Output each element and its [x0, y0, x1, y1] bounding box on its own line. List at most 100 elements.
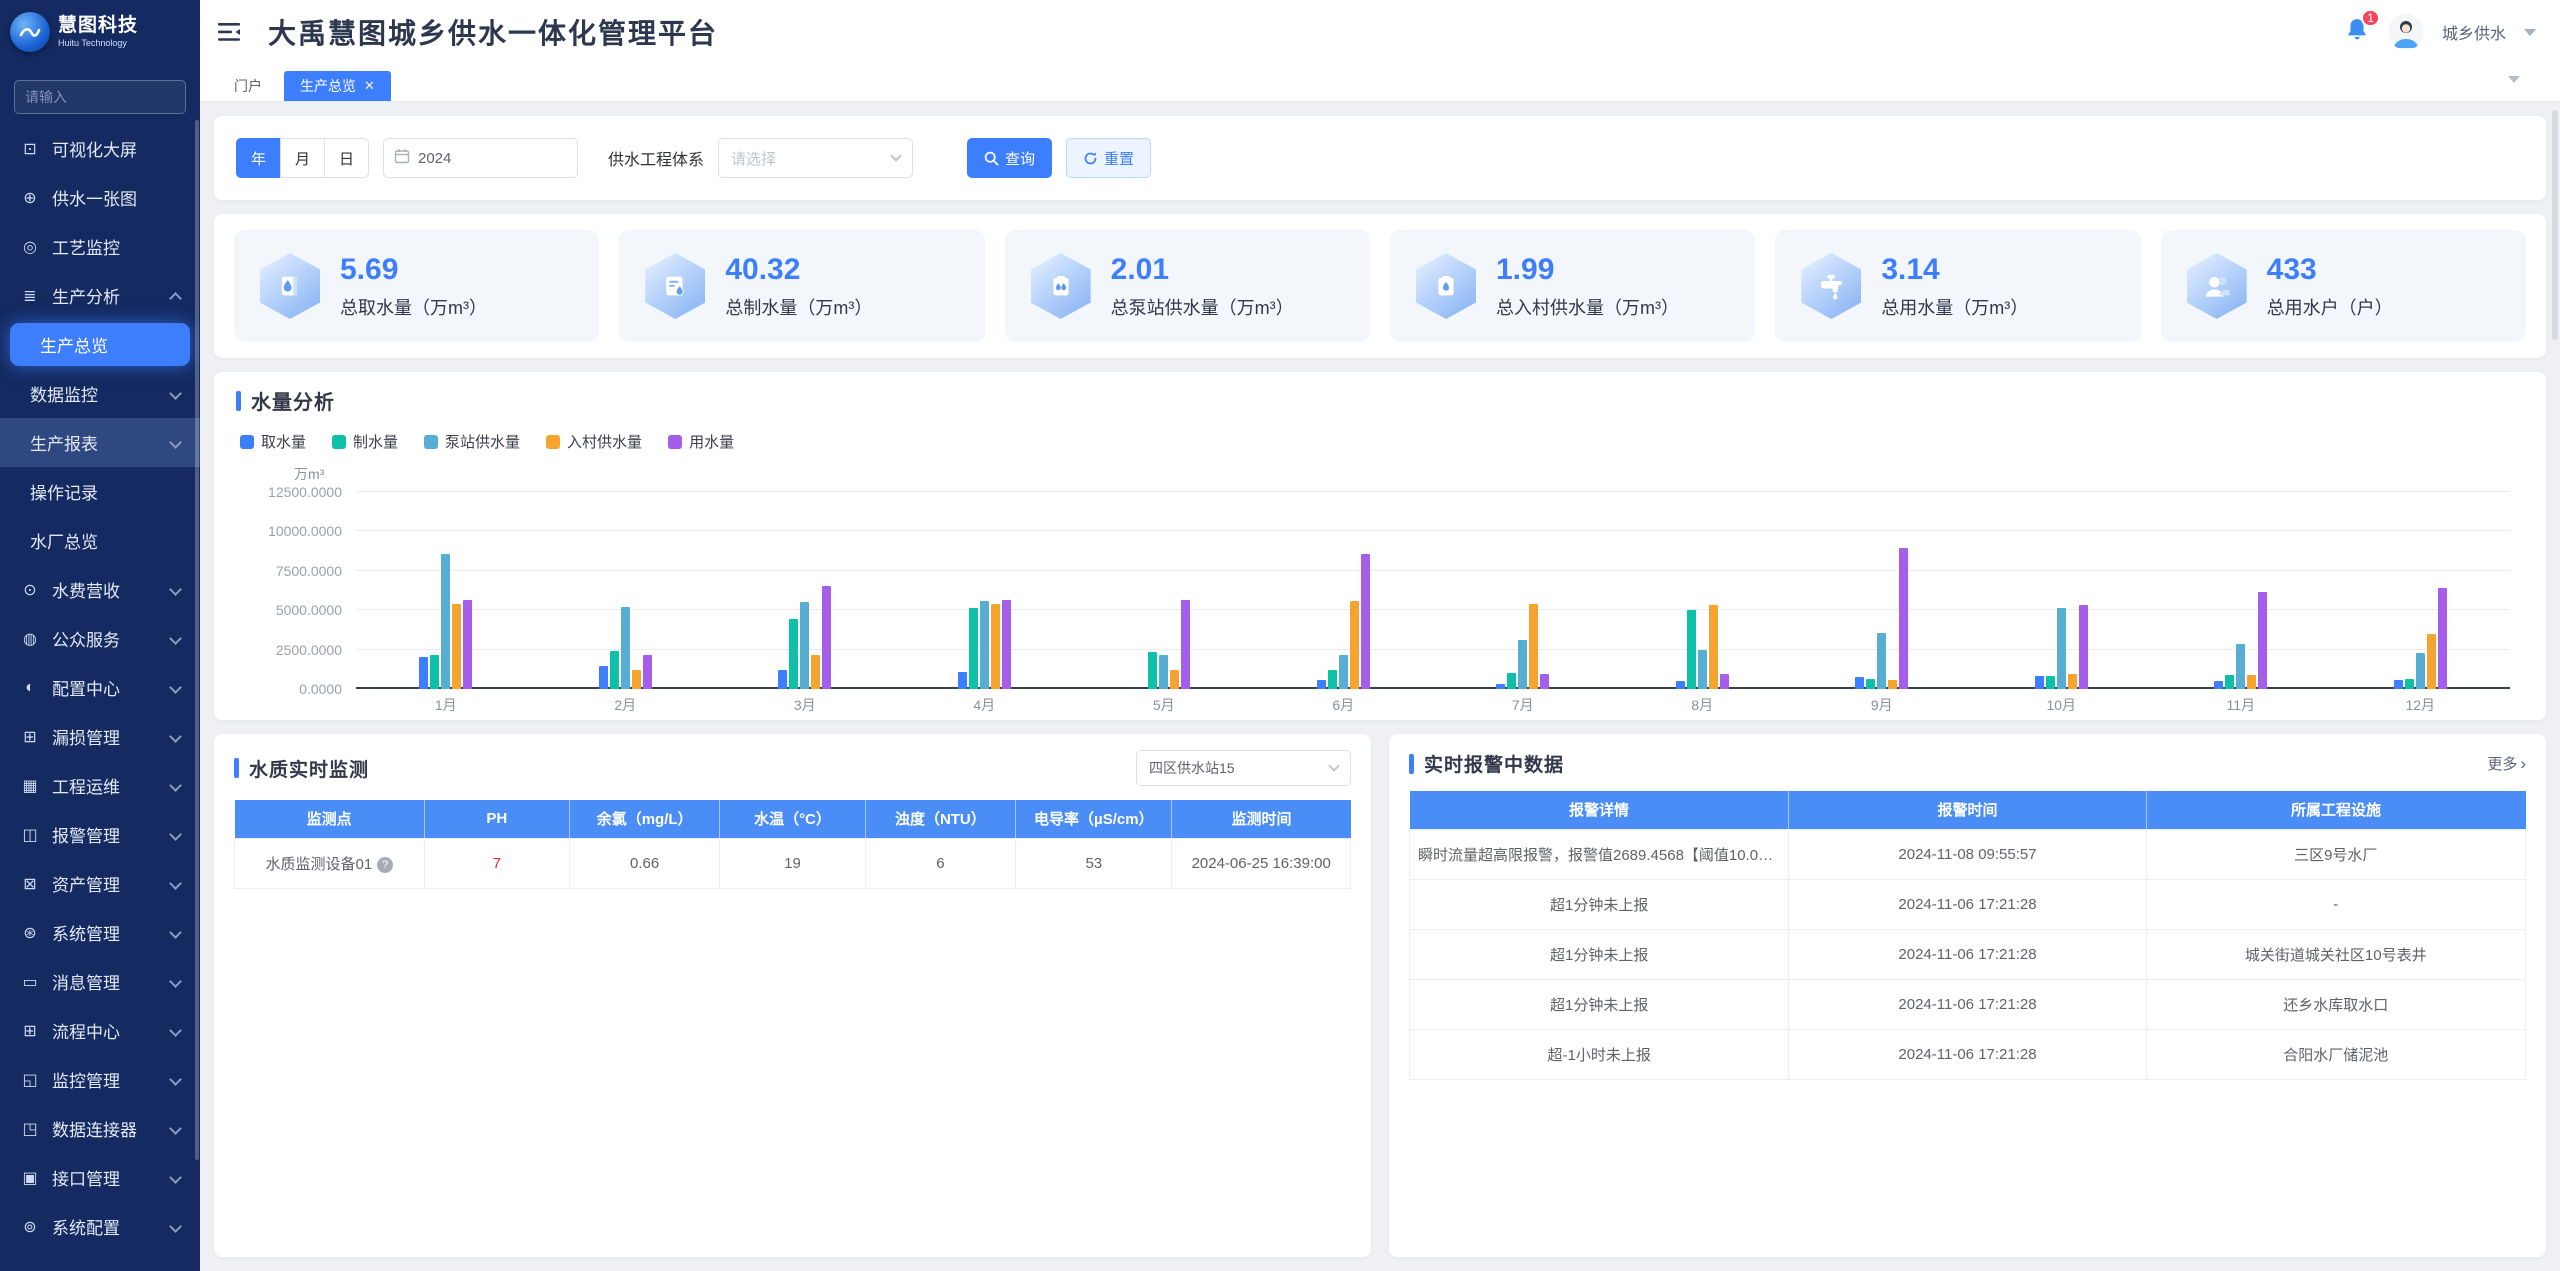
bar-入村供水量[interactable] — [1350, 601, 1359, 689]
period-option-月[interactable]: 月 — [280, 138, 325, 178]
bar-取水量[interactable] — [1855, 677, 1864, 689]
bar-用水量[interactable] — [1540, 674, 1549, 689]
sidebar-item-供水一张图[interactable]: ⊕供水一张图 — [0, 173, 200, 222]
bar-入村供水量[interactable] — [1888, 680, 1897, 689]
bar-用水量[interactable] — [1899, 548, 1908, 689]
sidebar-item-可视化大屏[interactable]: ⊡可视化大屏 — [0, 124, 200, 173]
bar-入村供水量[interactable] — [2068, 674, 2077, 689]
sidebar-item-水厂总览[interactable]: 水厂总览 — [0, 516, 200, 565]
bar-用水量[interactable] — [2438, 588, 2447, 689]
bar-取水量[interactable] — [419, 657, 428, 689]
sidebar-item-数据连接器[interactable]: ◳数据连接器 — [0, 1104, 200, 1153]
sidebar-item-流程中心[interactable]: ⊞流程中心 — [0, 1006, 200, 1055]
bar-取水量[interactable] — [2214, 681, 2223, 689]
bar-入村供水量[interactable] — [991, 604, 1000, 689]
bar-入村供水量[interactable] — [1170, 670, 1179, 689]
bar-泵站供水量[interactable] — [1518, 640, 1527, 689]
bar-制水量[interactable] — [969, 608, 978, 689]
system-select[interactable]: 请选择 — [718, 138, 913, 178]
station-select[interactable]: 四区供水站15 — [1136, 750, 1351, 786]
bar-泵站供水量[interactable] — [441, 554, 450, 689]
bar-取水量[interactable] — [599, 666, 608, 689]
bar-制水量[interactable] — [610, 651, 619, 689]
bar-取水量[interactable] — [2394, 680, 2403, 689]
bar-泵站供水量[interactable] — [1339, 655, 1348, 689]
bar-泵站供水量[interactable] — [2236, 644, 2245, 689]
legend-item-取水量[interactable]: 取水量 — [240, 431, 306, 452]
bar-入村供水量[interactable] — [2247, 675, 2256, 689]
sidebar-item-工艺监控[interactable]: ◎工艺监控 — [0, 222, 200, 271]
sidebar-search-input[interactable] — [14, 80, 186, 114]
bar-泵站供水量[interactable] — [1698, 650, 1707, 689]
sidebar-item-生产分析[interactable]: ≣生产分析 — [0, 271, 200, 320]
bar-入村供水量[interactable] — [811, 655, 820, 689]
search-button[interactable]: 查询 — [967, 138, 1052, 178]
bar-制水量[interactable] — [1687, 610, 1696, 689]
sidebar-item-工程运维[interactable]: ▦工程运维 — [0, 761, 200, 810]
bar-泵站供水量[interactable] — [621, 607, 630, 689]
legend-item-用水量[interactable]: 用水量 — [668, 431, 734, 452]
sidebar-item-配置中心[interactable]: ◐配置中心 — [0, 663, 200, 712]
bar-制水量[interactable] — [2405, 679, 2414, 689]
bar-入村供水量[interactable] — [2427, 634, 2436, 689]
sidebar-item-操作记录[interactable]: 操作记录 — [0, 467, 200, 516]
legend-item-制水量[interactable]: 制水量 — [332, 431, 398, 452]
sidebar-item-水费营收[interactable]: ⊙水费营收 — [0, 565, 200, 614]
legend-item-入村供水量[interactable]: 入村供水量 — [546, 431, 642, 452]
bar-泵站供水量[interactable] — [2057, 608, 2066, 689]
bar-制水量[interactable] — [1328, 670, 1337, 689]
sidebar-item-生产报表[interactable]: 生产报表 — [0, 418, 200, 467]
sidebar-item-数据监控[interactable]: 数据监控 — [0, 369, 200, 418]
bar-泵站供水量[interactable] — [980, 601, 989, 689]
bar-泵站供水量[interactable] — [1877, 633, 1886, 689]
bar-取水量[interactable] — [1676, 681, 1685, 689]
sidebar-item-消息管理[interactable]: ▭消息管理 — [0, 957, 200, 1006]
bar-用水量[interactable] — [463, 600, 472, 689]
bar-取水量[interactable] — [1317, 680, 1326, 689]
bar-取水量[interactable] — [2035, 676, 2044, 689]
collapse-menu-icon[interactable] — [218, 22, 242, 42]
bar-制水量[interactable] — [430, 655, 439, 689]
bar-制水量[interactable] — [1866, 679, 1875, 689]
bar-入村供水量[interactable] — [452, 604, 461, 689]
year-picker[interactable] — [383, 138, 578, 178]
bar-泵站供水量[interactable] — [1159, 655, 1168, 689]
bar-制水量[interactable] — [789, 619, 798, 689]
bar-制水量[interactable] — [1148, 652, 1157, 690]
bar-用水量[interactable] — [1002, 600, 1011, 689]
sidebar-scrollbar[interactable] — [195, 120, 199, 1160]
bar-制水量[interactable] — [1507, 673, 1516, 689]
bar-入村供水量[interactable] — [632, 670, 641, 689]
bar-用水量[interactable] — [1720, 674, 1729, 689]
bar-制水量[interactable] — [2225, 675, 2234, 689]
tabbar-collapse-icon[interactable] — [2508, 76, 2520, 83]
alarms-more-link[interactable]: 更多 › — [2487, 753, 2526, 774]
period-option-日[interactable]: 日 — [324, 138, 369, 178]
sidebar-item-系统配置[interactable]: ⊚系统配置 — [0, 1202, 200, 1251]
bar-泵站供水量[interactable] — [800, 602, 809, 689]
bar-泵站供水量[interactable] — [2416, 653, 2425, 689]
close-tab-icon[interactable]: ✕ — [364, 78, 375, 94]
legend-item-泵站供水量[interactable]: 泵站供水量 — [424, 431, 520, 452]
sidebar-item-公众服务[interactable]: ◍公众服务 — [0, 614, 200, 663]
tab-门户[interactable]: 门户 — [218, 71, 278, 101]
bar-制水量[interactable] — [2046, 676, 2055, 689]
sidebar-item-系统管理[interactable]: ⊛系统管理 — [0, 908, 200, 957]
sidebar-item-报警管理[interactable]: ◫报警管理 — [0, 810, 200, 859]
user-menu-caret-icon[interactable] — [2524, 29, 2536, 36]
bar-用水量[interactable] — [2258, 592, 2267, 689]
bar-取水量[interactable] — [958, 672, 967, 689]
notification-bell-icon[interactable]: 1 — [2344, 17, 2370, 48]
page-scrollbar[interactable] — [2552, 110, 2558, 340]
bar-用水量[interactable] — [1181, 600, 1190, 689]
sidebar-item-监控管理[interactable]: ◱监控管理 — [0, 1055, 200, 1104]
sidebar-item-漏损管理[interactable]: ⊞漏损管理 — [0, 712, 200, 761]
bar-用水量[interactable] — [643, 655, 652, 689]
bar-取水量[interactable] — [1496, 684, 1505, 689]
bar-入村供水量[interactable] — [1529, 604, 1538, 689]
period-option-年[interactable]: 年 — [236, 138, 281, 178]
tab-生产总览[interactable]: 生产总览✕ — [284, 71, 391, 101]
user-name[interactable]: 城乡供水 — [2442, 20, 2506, 44]
bar-用水量[interactable] — [1361, 554, 1370, 689]
year-input[interactable] — [418, 150, 538, 167]
